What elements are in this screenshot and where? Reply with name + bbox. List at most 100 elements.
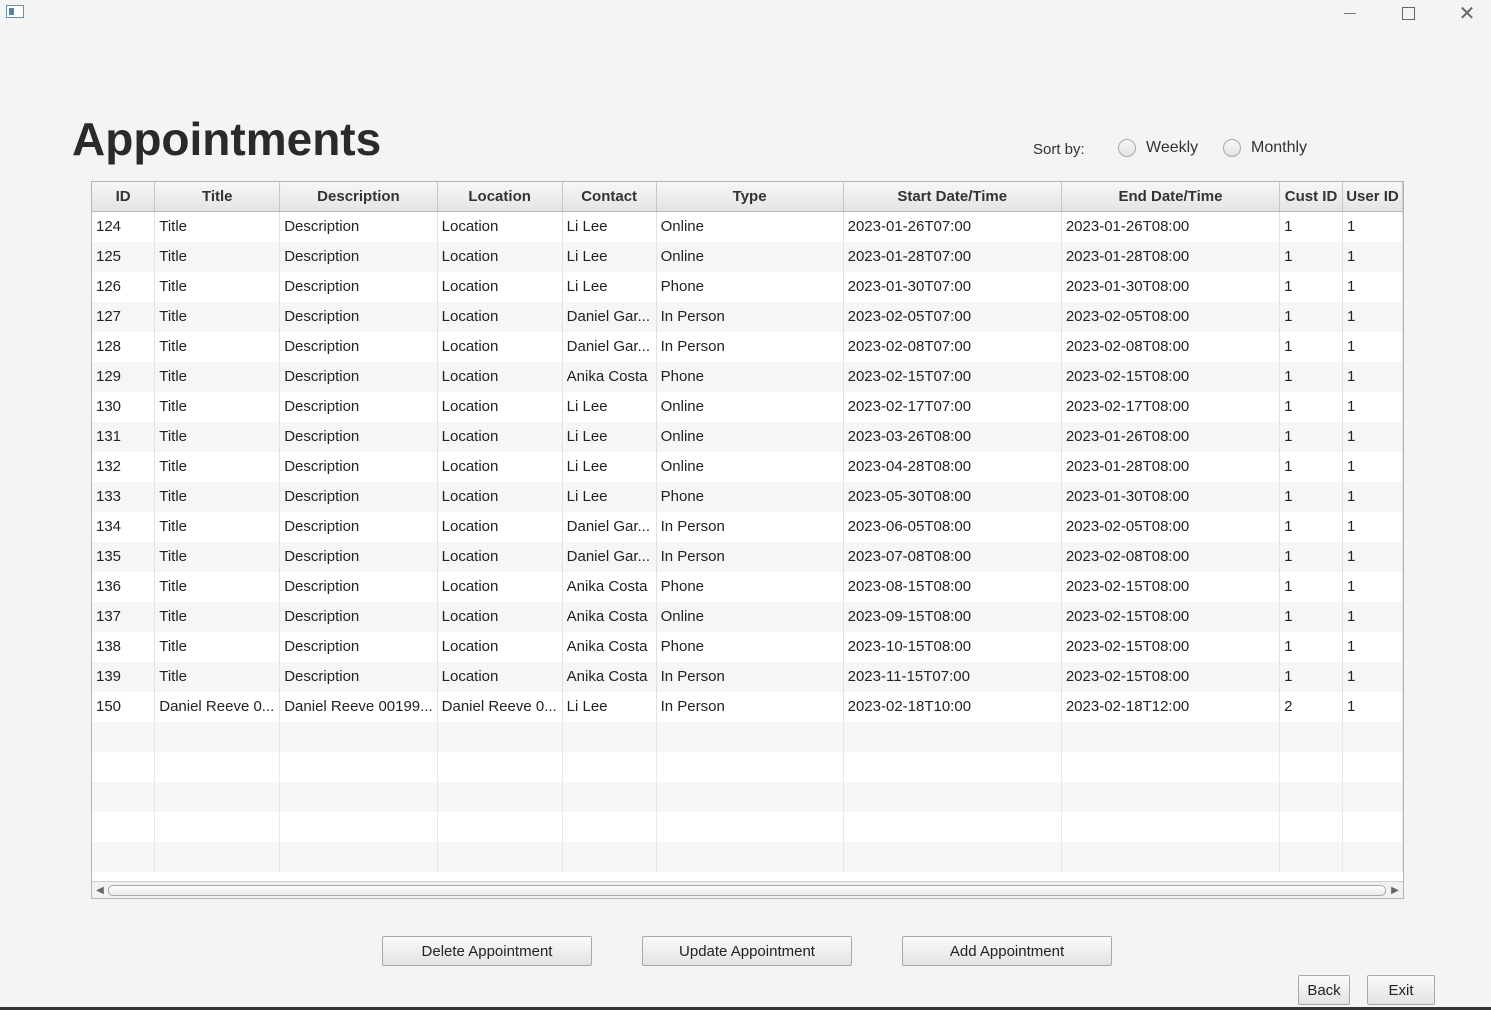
- column-header-cust-id[interactable]: Cust ID: [1279, 182, 1343, 212]
- cell-start: 2023-01-26T07:00: [843, 211, 1062, 242]
- table-row[interactable]: 134 Title Description Location Daniel Gar...…: [92, 511, 1403, 542]
- table-row[interactable]: 129 Title Description Location Anika Costa Ph…: [92, 361, 1403, 392]
- cell-start: 2023-02-15T07:00: [843, 361, 1062, 392]
- column-header-user-id[interactable]: User ID: [1342, 182, 1403, 212]
- cell-type: In Person: [656, 691, 844, 722]
- table-row[interactable]: 127 Title Description Location Daniel Gar...…: [92, 301, 1403, 332]
- cell-type: Phone: [656, 631, 844, 662]
- scrollbar-thumb[interactable]: [108, 885, 1386, 896]
- table-row[interactable]: 125 Title Description Location Li Lee Online 2…: [92, 241, 1403, 272]
- back-button[interactable]: Back: [1298, 975, 1350, 1005]
- column-header-description[interactable]: Description: [279, 182, 438, 212]
- maximize-icon[interactable]: [1385, 0, 1431, 26]
- cell-user-id: 1: [1342, 271, 1403, 302]
- cell-end: 2023-02-08T08:00: [1061, 331, 1281, 362]
- table-row[interactable]: 131 Title Description Location Li Lee Online 2…: [92, 421, 1403, 452]
- cell-id: 134: [92, 511, 156, 542]
- table-row[interactable]: 137 Title Description Location Anika Costa On…: [92, 601, 1403, 632]
- cell-description: Description: [279, 331, 438, 362]
- table-row[interactable]: 150 Daniel Reeve 0... Daniel Reeve 00199..…: [92, 691, 1403, 722]
- cell-id: 127: [92, 301, 156, 332]
- cell-cust-id: 1: [1279, 241, 1343, 272]
- cell-start: 2023-11-15T07:00: [843, 661, 1062, 692]
- cell-title: Title: [154, 391, 281, 422]
- cell-description: Description: [279, 211, 438, 242]
- cell-id: 150: [92, 691, 156, 722]
- cell-end: 2023-02-17T08:00: [1061, 391, 1281, 422]
- empty-cell: [279, 781, 438, 812]
- close-icon[interactable]: ✕: [1444, 0, 1490, 26]
- cell-location: Location: [437, 331, 563, 362]
- column-header-type[interactable]: Type: [656, 182, 844, 212]
- cell-type: In Person: [656, 331, 844, 362]
- cell-cust-id: 1: [1279, 481, 1343, 512]
- cell-title: Title: [154, 451, 281, 482]
- table-row[interactable]: 136 Title Description Location Anika Costa Ph…: [92, 571, 1403, 602]
- delete-appointment-button[interactable]: Delete Appointment: [382, 936, 592, 966]
- table-row[interactable]: 126 Title Description Location Li Lee Phone 20…: [92, 271, 1403, 302]
- table-row[interactable]: 124 Title Description Location Li Lee Online 2…: [92, 211, 1403, 242]
- exit-button[interactable]: Exit: [1367, 975, 1435, 1005]
- cell-cust-id: 1: [1279, 541, 1343, 572]
- cell-user-id: 1: [1342, 301, 1403, 332]
- cell-type: Phone: [656, 361, 844, 392]
- cell-location: Location: [437, 361, 563, 392]
- empty-cell: [1279, 811, 1343, 842]
- cell-start: 2023-02-05T07:00: [843, 301, 1062, 332]
- empty-cell: [92, 751, 156, 782]
- scroll-left-icon[interactable]: ◀: [93, 883, 107, 897]
- table-row[interactable]: 135 Title Description Location Daniel Gar...…: [92, 541, 1403, 572]
- table-row[interactable]: 133 Title Description Location Li Lee Phone 20…: [92, 481, 1403, 512]
- table-row[interactable]: 139 Title Description Location Anika Costa In…: [92, 661, 1403, 692]
- horizontal-scrollbar[interactable]: ◀ ▶: [92, 881, 1403, 898]
- minimize-icon[interactable]: [1327, 0, 1373, 26]
- cell-cust-id: 1: [1279, 571, 1343, 602]
- radio-circle-icon[interactable]: [1223, 139, 1241, 157]
- empty-cell: [92, 721, 156, 752]
- column-header-end[interactable]: End Date/Time: [1061, 182, 1281, 212]
- update-appointment-button[interactable]: Update Appointment: [642, 936, 852, 966]
- empty-cell: [656, 721, 844, 752]
- empty-cell: [154, 811, 281, 842]
- cell-end: 2023-02-05T08:00: [1061, 301, 1281, 332]
- cell-end: 2023-02-15T08:00: [1061, 361, 1281, 392]
- column-header-location[interactable]: Location: [437, 182, 563, 212]
- cell-title: Daniel Reeve 0...: [154, 691, 281, 722]
- table-row[interactable]: 130 Title Description Location Li Lee Online 2…: [92, 391, 1403, 422]
- radio-circle-icon[interactable]: [1118, 139, 1136, 157]
- cell-user-id: 1: [1342, 331, 1403, 362]
- cell-cust-id: 1: [1279, 331, 1343, 362]
- cell-end: 2023-01-28T08:00: [1061, 451, 1281, 482]
- empty-table-row: [92, 721, 1403, 752]
- empty-cell: [1279, 841, 1343, 872]
- cell-start: 2023-02-17T07:00: [843, 391, 1062, 422]
- column-header-id[interactable]: ID: [92, 182, 156, 212]
- cell-title: Title: [154, 361, 281, 392]
- appointments-table[interactable]: ID Title Description Location Contact Ty…: [91, 181, 1404, 899]
- empty-cell: [843, 751, 1062, 782]
- column-header-contact[interactable]: Contact: [562, 182, 657, 212]
- empty-cell: [279, 811, 438, 842]
- cell-user-id: 1: [1342, 451, 1403, 482]
- cell-contact: Anika Costa: [562, 631, 657, 662]
- cell-end: 2023-01-28T08:00: [1061, 241, 1281, 272]
- empty-table-row: [92, 841, 1403, 872]
- empty-cell: [562, 751, 657, 782]
- empty-table-row: [92, 751, 1403, 782]
- add-appointment-button[interactable]: Add Appointment: [902, 936, 1112, 966]
- cell-user-id: 1: [1342, 211, 1403, 242]
- empty-cell: [656, 841, 844, 872]
- cell-end: 2023-02-18T12:00: [1061, 691, 1281, 722]
- cell-id: 126: [92, 271, 156, 302]
- cell-user-id: 1: [1342, 571, 1403, 602]
- column-header-start[interactable]: Start Date/Time: [843, 182, 1062, 212]
- sort-weekly-radio[interactable]: Weekly: [1118, 139, 1198, 157]
- cell-cust-id: 1: [1279, 211, 1343, 242]
- cell-contact: Li Lee: [562, 241, 657, 272]
- column-header-title[interactable]: Title: [154, 182, 281, 212]
- scroll-right-icon[interactable]: ▶: [1388, 883, 1402, 897]
- table-row[interactable]: 128 Title Description Location Daniel Gar...…: [92, 331, 1403, 362]
- table-row[interactable]: 138 Title Description Location Anika Costa Ph…: [92, 631, 1403, 662]
- table-row[interactable]: 132 Title Description Location Li Lee Online 2…: [92, 451, 1403, 482]
- sort-monthly-radio[interactable]: Monthly: [1223, 139, 1307, 157]
